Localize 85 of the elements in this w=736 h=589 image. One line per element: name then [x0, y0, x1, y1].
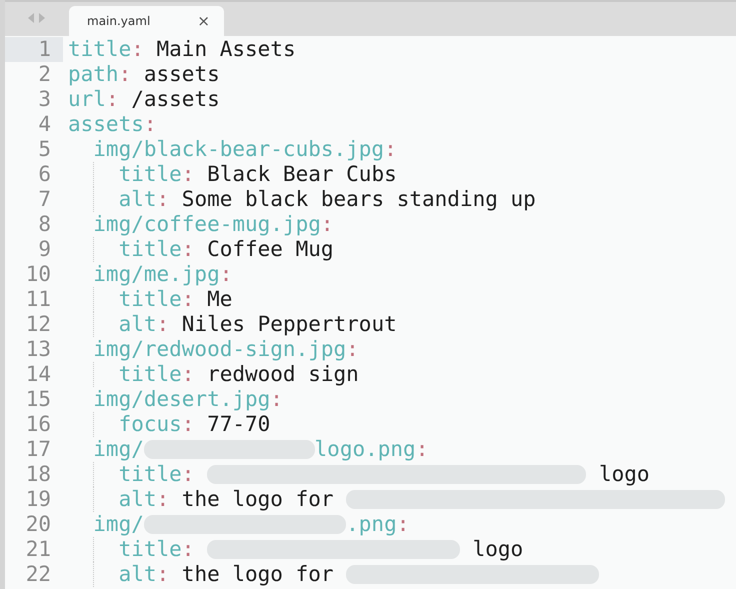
colon: :	[106, 87, 119, 112]
yaml-key: title	[68, 37, 132, 62]
line-number: 2	[37, 62, 52, 87]
yaml-key: img/desert.jpg	[93, 387, 270, 412]
yaml-value: Coffee Mug	[207, 237, 334, 262]
yaml-key: url	[68, 87, 106, 112]
yaml-key: img/	[93, 512, 144, 537]
line-number: 9	[37, 237, 52, 262]
yaml-key: img/me.jpg	[93, 262, 220, 287]
line-number: 16	[24, 412, 52, 437]
line-number: 6	[37, 162, 52, 187]
colon: :	[270, 387, 283, 412]
yaml-value: Main Assets	[156, 37, 296, 62]
line-number: 1	[5, 37, 63, 62]
colon: :	[346, 337, 359, 362]
yaml-value: logo	[472, 537, 524, 562]
yaml-value: the logo for	[182, 487, 334, 512]
yaml-value: logo	[599, 462, 650, 487]
colon: :	[182, 362, 194, 387]
line-number: 19	[24, 487, 52, 512]
yaml-key: alt	[118, 312, 156, 337]
line-number: 4	[37, 112, 52, 137]
line-number: 20	[24, 512, 52, 537]
yaml-value: Me	[207, 287, 232, 312]
yaml-key: img/redwood-sign.jpg	[93, 337, 346, 362]
yaml-key: title	[118, 537, 182, 562]
line-number: 22	[24, 562, 52, 587]
yaml-key: assets	[68, 112, 144, 137]
colon: :	[156, 187, 170, 212]
line-number: 10	[24, 262, 52, 287]
line-number: 13	[24, 337, 52, 362]
colon: :	[416, 437, 428, 462]
line-number: 3	[37, 87, 52, 112]
line-number: 11	[24, 287, 52, 312]
yaml-value: /assets	[131, 87, 220, 112]
yaml-key: alt	[118, 187, 156, 212]
yaml-key: img/	[93, 437, 144, 462]
colon: :	[182, 537, 194, 562]
yaml-value: Niles Peppertrout	[182, 312, 397, 337]
colon: :	[144, 112, 157, 137]
colon: :	[182, 287, 194, 312]
yaml-key: alt	[118, 562, 156, 587]
yaml-value: 77-70	[207, 412, 270, 437]
yaml-key: title	[118, 462, 182, 487]
line-number: 14	[24, 362, 52, 387]
colon: :	[131, 37, 144, 62]
colon: :	[182, 162, 194, 187]
yaml-key: alt	[118, 487, 156, 512]
colon: :	[220, 262, 232, 287]
colon: :	[118, 62, 132, 87]
line-number: 17	[24, 437, 52, 462]
yaml-value: assets	[144, 62, 220, 87]
yaml-value: redwood sign	[207, 362, 359, 387]
line-number: 21	[24, 537, 52, 562]
yaml-key: .png	[346, 512, 397, 537]
colon: :	[156, 562, 170, 587]
yaml-key: logo.png	[314, 437, 416, 462]
yaml-value: Some black bears standing up	[182, 187, 536, 212]
colon: :	[396, 512, 410, 537]
line-number: 5	[37, 137, 52, 162]
yaml-key: path	[68, 62, 119, 87]
colon: :	[182, 237, 194, 262]
yaml-key: img/black-bear-cubs.jpg	[93, 137, 384, 162]
navigation-arrows-icon[interactable]	[27, 13, 47, 23]
colon: :	[156, 312, 170, 337]
colon: :	[182, 412, 194, 437]
line-number: 15	[24, 387, 52, 412]
yaml-key: title	[118, 237, 182, 262]
yaml-key: title	[118, 362, 182, 387]
colon: :	[182, 462, 194, 487]
colon: :	[156, 487, 170, 512]
close-icon[interactable]: ×	[197, 12, 210, 30]
line-number: 8	[37, 212, 52, 237]
line-number: 7	[37, 187, 52, 212]
yaml-value: the logo for	[182, 562, 334, 587]
yaml-key: focus	[118, 412, 182, 437]
line-number: 18	[24, 462, 52, 487]
line-number: 12	[24, 312, 52, 337]
yaml-value: Black Bear Cubs	[207, 162, 397, 187]
colon: :	[320, 212, 334, 237]
colon: :	[384, 137, 397, 162]
yaml-key: title	[118, 162, 182, 187]
file-tab[interactable]: main.yaml ×	[69, 6, 224, 36]
yaml-key: img/coffee-mug.jpg	[93, 212, 321, 237]
yaml-key: title	[118, 287, 182, 312]
